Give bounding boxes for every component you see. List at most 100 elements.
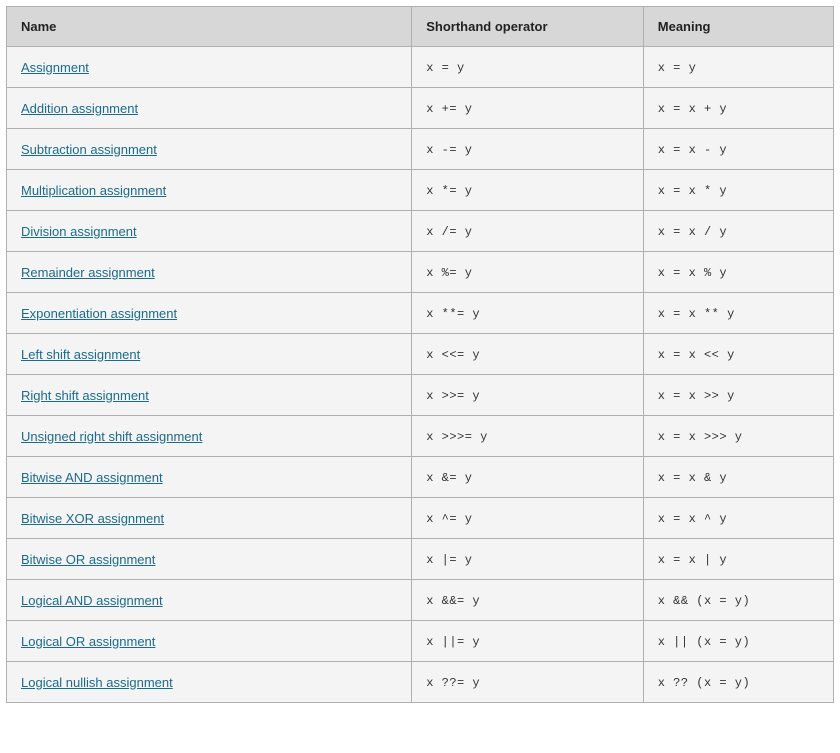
cell-meaning: x = x | y (643, 539, 833, 580)
cell-shorthand: x ??= y (412, 662, 644, 703)
table-row: Multiplication assignment x *= y x = x * y (7, 170, 834, 211)
assignment-operators-table: Name Shorthand operator Meaning Assignme… (6, 6, 834, 703)
cell-name: Assignment (7, 47, 412, 88)
meaning-code: x = x * y (658, 184, 727, 198)
cell-name: Logical AND assignment (7, 580, 412, 621)
shorthand-code: x >>= y (426, 389, 480, 403)
shorthand-code: x /= y (426, 225, 472, 239)
cell-meaning: x = x >>> y (643, 416, 833, 457)
cell-meaning: x ?? (x = y) (643, 662, 833, 703)
meaning-code: x = x | y (658, 553, 727, 567)
operator-link[interactable]: Logical OR assignment (21, 634, 155, 649)
cell-meaning: x = y (643, 47, 833, 88)
table-row: Unsigned right shift assignment x >>>= y x… (7, 416, 834, 457)
operator-link[interactable]: Bitwise XOR assignment (21, 511, 164, 526)
shorthand-code: x %= y (426, 266, 472, 280)
meaning-code: x = x << y (658, 348, 735, 362)
cell-shorthand: x |= y (412, 539, 644, 580)
cell-name: Subtraction assignment (7, 129, 412, 170)
cell-meaning: x = x * y (643, 170, 833, 211)
cell-meaning: x = x / y (643, 211, 833, 252)
table-row: Right shift assignment x >>= y x = x >> y (7, 375, 834, 416)
cell-meaning: x = x - y (643, 129, 833, 170)
operator-link[interactable]: Subtraction assignment (21, 142, 157, 157)
meaning-code: x = x & y (658, 471, 727, 485)
operator-link[interactable]: Assignment (21, 60, 89, 75)
cell-name: Logical nullish assignment (7, 662, 412, 703)
cell-name: Remainder assignment (7, 252, 412, 293)
cell-meaning: x || (x = y) (643, 621, 833, 662)
table-row: Remainder assignment x %= y x = x % y (7, 252, 834, 293)
cell-meaning: x = x << y (643, 334, 833, 375)
cell-meaning: x = x >> y (643, 375, 833, 416)
operator-link[interactable]: Unsigned right shift assignment (21, 429, 202, 444)
table-row: Exponentiation assignment x **= y x = x **… (7, 293, 834, 334)
cell-name: Bitwise OR assignment (7, 539, 412, 580)
operator-link[interactable]: Left shift assignment (21, 347, 140, 362)
operator-link[interactable]: Division assignment (21, 224, 137, 239)
shorthand-code: x &&= y (426, 594, 480, 608)
shorthand-code: x -= y (426, 143, 472, 157)
operator-link[interactable]: Multiplication assignment (21, 183, 166, 198)
cell-name: Multiplication assignment (7, 170, 412, 211)
cell-shorthand: x -= y (412, 129, 644, 170)
operator-link[interactable]: Right shift assignment (21, 388, 149, 403)
table-row: Left shift assignment x <<= y x = x << y (7, 334, 834, 375)
header-meaning: Meaning (643, 7, 833, 47)
operator-link[interactable]: Logical nullish assignment (21, 675, 173, 690)
cell-meaning: x = x ** y (643, 293, 833, 334)
cell-shorthand: x %= y (412, 252, 644, 293)
shorthand-code: x ??= y (426, 676, 480, 690)
meaning-code: x = x >> y (658, 389, 735, 403)
cell-shorthand: x >>>= y (412, 416, 644, 457)
cell-meaning: x = x + y (643, 88, 833, 129)
operator-link[interactable]: Addition assignment (21, 101, 138, 116)
shorthand-code: x ||= y (426, 635, 480, 649)
operator-link[interactable]: Bitwise OR assignment (21, 552, 155, 567)
meaning-code: x = x ** y (658, 307, 735, 321)
cell-shorthand: x **= y (412, 293, 644, 334)
cell-name: Right shift assignment (7, 375, 412, 416)
shorthand-code: x = y (426, 61, 465, 75)
shorthand-code: x >>>= y (426, 430, 488, 444)
meaning-code: x = x >>> y (658, 430, 743, 444)
table-row: Addition assignment x += y x = x + y (7, 88, 834, 129)
header-shorthand: Shorthand operator (412, 7, 644, 47)
meaning-code: x = y (658, 61, 697, 75)
shorthand-code: x **= y (426, 307, 480, 321)
meaning-code: x || (x = y) (658, 635, 750, 649)
meaning-code: x = x + y (658, 102, 727, 116)
operator-link[interactable]: Logical AND assignment (21, 593, 163, 608)
cell-name: Exponentiation assignment (7, 293, 412, 334)
cell-meaning: x = x ^ y (643, 498, 833, 539)
cell-meaning: x = x % y (643, 252, 833, 293)
cell-shorthand: x += y (412, 88, 644, 129)
meaning-code: x = x % y (658, 266, 727, 280)
operator-link[interactable]: Remainder assignment (21, 265, 155, 280)
shorthand-code: x += y (426, 102, 472, 116)
shorthand-code: x |= y (426, 553, 472, 567)
cell-meaning: x && (x = y) (643, 580, 833, 621)
shorthand-code: x *= y (426, 184, 472, 198)
meaning-code: x ?? (x = y) (658, 676, 750, 690)
table-row: Logical OR assignment x ||= y x || (x = y) (7, 621, 834, 662)
shorthand-code: x <<= y (426, 348, 480, 362)
cell-name: Bitwise AND assignment (7, 457, 412, 498)
operator-link[interactable]: Bitwise AND assignment (21, 470, 163, 485)
cell-name: Bitwise XOR assignment (7, 498, 412, 539)
table-row: Subtraction assignment x -= y x = x - y (7, 129, 834, 170)
table-header-row: Name Shorthand operator Meaning (7, 7, 834, 47)
cell-shorthand: x ^= y (412, 498, 644, 539)
cell-shorthand: x >>= y (412, 375, 644, 416)
meaning-code: x && (x = y) (658, 594, 750, 608)
table-row: Logical nullish assignment x ??= y x ?? (x… (7, 662, 834, 703)
cell-name: Logical OR assignment (7, 621, 412, 662)
table-row: Division assignment x /= y x = x / y (7, 211, 834, 252)
meaning-code: x = x ^ y (658, 512, 727, 526)
table-row: Bitwise AND assignmentx &= yx = x & y (7, 457, 834, 498)
cell-shorthand: x ||= y (412, 621, 644, 662)
cell-name: Division assignment (7, 211, 412, 252)
operator-link[interactable]: Exponentiation assignment (21, 306, 177, 321)
table-row: Logical AND assignment x &&= y x && (x = y… (7, 580, 834, 621)
table-row: Bitwise XOR assignment x ^= y x = x ^ y (7, 498, 834, 539)
